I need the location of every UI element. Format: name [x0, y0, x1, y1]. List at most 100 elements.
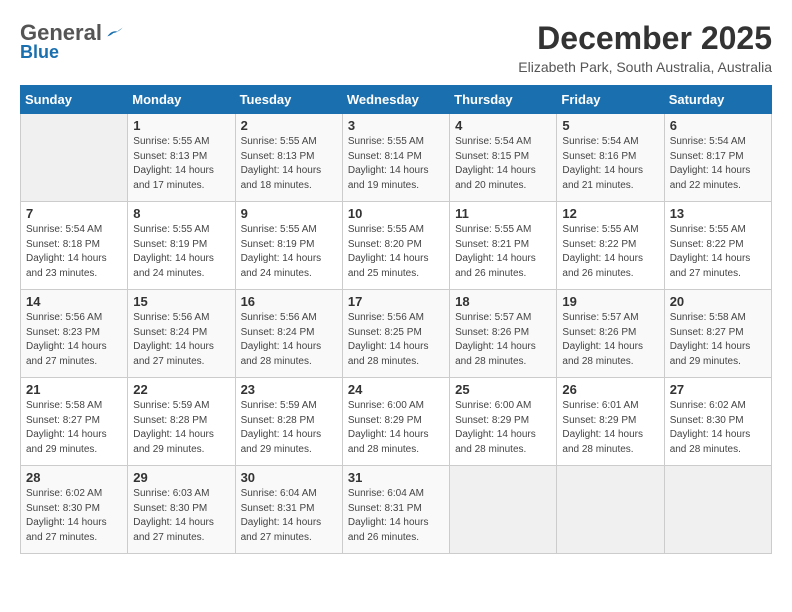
day-info: Sunrise: 5:58 AM Sunset: 8:27 PM Dayligh…: [26, 399, 122, 457]
day-info: Sunrise: 6:03 AM Sunset: 8:30 PM Dayligh…: [133, 487, 229, 545]
calendar-header-row: SundayMondayTuesdayWednesdayThursdayFrid…: [21, 86, 772, 114]
page-header: General Blue December 2025 Elizabeth Par…: [20, 20, 772, 75]
calendar-cell: 15Sunrise: 5:56 AM Sunset: 8:24 PM Dayli…: [128, 290, 235, 378]
calendar-cell: 19 Sunrise: 5:57 AM Sunset: 8:26 PM Dayli…: [557, 290, 664, 378]
calendar-cell: 3 Sunrise: 5:55 AM Sunset: 8:14 PM Daylig…: [342, 114, 449, 202]
day-info: Sunrise: 5:54 AM Sunset: 8:16 PM Dayligh…: [562, 135, 658, 193]
calendar-cell: [664, 466, 771, 554]
day-number: 29: [133, 470, 229, 485]
day-info: Sunrise: 6:02 AM Sunset: 8:30 PM Dayligh…: [670, 399, 766, 457]
day-info: Sunrise: 5:54 AM Sunset: 8:17 PM Dayligh…: [670, 135, 766, 193]
calendar-cell: 1Sunrise: 5:55 AM Sunset: 8:13 PM Daylig…: [128, 114, 235, 202]
day-number: 21: [26, 382, 122, 397]
day-number: 25: [455, 382, 551, 397]
day-info: Sunrise: 5:55 AM Sunset: 8:19 PM Dayligh…: [241, 223, 337, 281]
calendar-week-row: 28Sunrise: 6:02 AM Sunset: 8:30 PM Dayli…: [21, 466, 772, 554]
day-info: Sunrise: 5:59 AM Sunset: 8:28 PM Dayligh…: [133, 399, 229, 457]
day-info: Sunrise: 5:58 AM Sunset: 8:27 PM Dayligh…: [670, 311, 766, 369]
day-number: 23: [241, 382, 337, 397]
calendar-cell: 29 Sunrise: 6:03 AM Sunset: 8:30 PM Dayli…: [128, 466, 235, 554]
day-number: 14: [26, 294, 122, 309]
day-number: 1: [133, 118, 229, 133]
day-number: 31: [348, 470, 444, 485]
day-info: Sunrise: 5:55 AM Sunset: 8:22 PM Dayligh…: [562, 223, 658, 281]
day-info: Sunrise: 5:55 AM Sunset: 8:21 PM Dayligh…: [455, 223, 551, 281]
day-info: Sunrise: 5:55 AM Sunset: 8:19 PM Dayligh…: [133, 223, 229, 281]
day-number: 7: [26, 206, 122, 221]
calendar-cell: [557, 466, 664, 554]
calendar-cell: 5 Sunrise: 5:54 AM Sunset: 8:16 PM Daylig…: [557, 114, 664, 202]
calendar-cell: 13Sunrise: 5:55 AM Sunset: 8:22 PM Dayli…: [664, 202, 771, 290]
day-number: 4: [455, 118, 551, 133]
calendar-cell: 27 Sunrise: 6:02 AM Sunset: 8:30 PM Dayli…: [664, 378, 771, 466]
day-info: Sunrise: 5:57 AM Sunset: 8:26 PM Dayligh…: [562, 311, 658, 369]
day-of-week-header: Saturday: [664, 86, 771, 114]
calendar-cell: 12 Sunrise: 5:55 AM Sunset: 8:22 PM Dayli…: [557, 202, 664, 290]
day-number: 11: [455, 206, 551, 221]
day-of-week-header: Wednesday: [342, 86, 449, 114]
day-info: Sunrise: 6:04 AM Sunset: 8:31 PM Dayligh…: [348, 487, 444, 545]
calendar-cell: 6 Sunrise: 5:54 AM Sunset: 8:17 PM Daylig…: [664, 114, 771, 202]
day-number: 22: [133, 382, 229, 397]
day-number: 27: [670, 382, 766, 397]
calendar-cell: [450, 466, 557, 554]
calendar-cell: 7 Sunrise: 5:54 AM Sunset: 8:18 PM Daylig…: [21, 202, 128, 290]
day-info: Sunrise: 5:56 AM Sunset: 8:23 PM Dayligh…: [26, 311, 122, 369]
calendar-cell: 23 Sunrise: 5:59 AM Sunset: 8:28 PM Dayli…: [235, 378, 342, 466]
day-info: Sunrise: 5:55 AM Sunset: 8:14 PM Dayligh…: [348, 135, 444, 193]
title-block: December 2025 Elizabeth Park, South Aust…: [518, 20, 772, 75]
calendar-week-row: 21 Sunrise: 5:58 AM Sunset: 8:27 PM Dayli…: [21, 378, 772, 466]
day-of-week-header: Tuesday: [235, 86, 342, 114]
calendar-table: SundayMondayTuesdayWednesdayThursdayFrid…: [20, 85, 772, 554]
month-title: December 2025: [518, 20, 772, 57]
calendar-week-row: 1 Sunrise: 5:55 AM Sunset: 8:13 PM Daylig…: [21, 114, 772, 202]
day-number: 9: [241, 206, 337, 221]
calendar-cell: 10Sunrise: 5:55 AM Sunset: 8:20 PM Dayli…: [342, 202, 449, 290]
calendar-week-row: 7 Sunrise: 5:54 AM Sunset: 8:18 PM Daylig…: [21, 202, 772, 290]
calendar-cell: 14 Sunrise: 5:56 AM Sunset: 8:23 PM Dayli…: [21, 290, 128, 378]
day-number: 5: [562, 118, 658, 133]
calendar-cell: 24Sunrise: 6:00 AM Sunset: 8:29 PM Dayli…: [342, 378, 449, 466]
day-number: 20: [670, 294, 766, 309]
logo: General Blue: [20, 20, 124, 63]
calendar-cell: 4 Sunrise: 5:54 AM Sunset: 8:15 PM Daylig…: [450, 114, 557, 202]
day-number: 12: [562, 206, 658, 221]
calendar-cell: 9 Sunrise: 5:55 AM Sunset: 8:19 PM Daylig…: [235, 202, 342, 290]
day-info: Sunrise: 6:00 AM Sunset: 8:29 PM Dayligh…: [348, 399, 444, 457]
day-of-week-header: Monday: [128, 86, 235, 114]
day-number: 18: [455, 294, 551, 309]
logo-blue-text: Blue: [20, 42, 59, 63]
calendar-cell: 11 Sunrise: 5:55 AM Sunset: 8:21 PM Dayli…: [450, 202, 557, 290]
calendar-cell: 31 Sunrise: 6:04 AM Sunset: 8:31 PM Dayli…: [342, 466, 449, 554]
day-info: Sunrise: 5:59 AM Sunset: 8:28 PM Dayligh…: [241, 399, 337, 457]
day-info: Sunrise: 5:54 AM Sunset: 8:18 PM Dayligh…: [26, 223, 122, 281]
day-info: Sunrise: 5:56 AM Sunset: 8:25 PM Dayligh…: [348, 311, 444, 369]
calendar-cell: 25 Sunrise: 6:00 AM Sunset: 8:29 PM Dayli…: [450, 378, 557, 466]
day-number: 6: [670, 118, 766, 133]
day-info: Sunrise: 6:04 AM Sunset: 8:31 PM Dayligh…: [241, 487, 337, 545]
day-number: 19: [562, 294, 658, 309]
day-number: 30: [241, 470, 337, 485]
calendar-cell: 28Sunrise: 6:02 AM Sunset: 8:30 PM Dayli…: [21, 466, 128, 554]
day-info: Sunrise: 6:00 AM Sunset: 8:29 PM Dayligh…: [455, 399, 551, 457]
day-info: Sunrise: 6:02 AM Sunset: 8:30 PM Dayligh…: [26, 487, 122, 545]
day-info: Sunrise: 5:55 AM Sunset: 8:13 PM Dayligh…: [241, 135, 337, 193]
calendar-cell: 21 Sunrise: 5:58 AM Sunset: 8:27 PM Dayli…: [21, 378, 128, 466]
calendar-cell: 26Sunrise: 6:01 AM Sunset: 8:29 PM Dayli…: [557, 378, 664, 466]
day-number: 2: [241, 118, 337, 133]
day-info: Sunrise: 5:55 AM Sunset: 8:20 PM Dayligh…: [348, 223, 444, 281]
day-info: Sunrise: 5:55 AM Sunset: 8:22 PM Dayligh…: [670, 223, 766, 281]
day-of-week-header: Sunday: [21, 86, 128, 114]
day-info: Sunrise: 5:54 AM Sunset: 8:15 PM Dayligh…: [455, 135, 551, 193]
day-number: 3: [348, 118, 444, 133]
calendar-cell: 16Sunrise: 5:56 AM Sunset: 8:24 PM Dayli…: [235, 290, 342, 378]
calendar-week-row: 14 Sunrise: 5:56 AM Sunset: 8:23 PM Dayli…: [21, 290, 772, 378]
calendar-cell: 8Sunrise: 5:55 AM Sunset: 8:19 PM Daylig…: [128, 202, 235, 290]
calendar-cell: 30 Sunrise: 6:04 AM Sunset: 8:31 PM Dayli…: [235, 466, 342, 554]
day-number: 26: [562, 382, 658, 397]
calendar-cell: 18Sunrise: 5:57 AM Sunset: 8:26 PM Dayli…: [450, 290, 557, 378]
calendar-cell: 2 Sunrise: 5:55 AM Sunset: 8:13 PM Daylig…: [235, 114, 342, 202]
logo-bird-icon: [104, 23, 124, 43]
day-of-week-header: Friday: [557, 86, 664, 114]
day-number: 16: [241, 294, 337, 309]
